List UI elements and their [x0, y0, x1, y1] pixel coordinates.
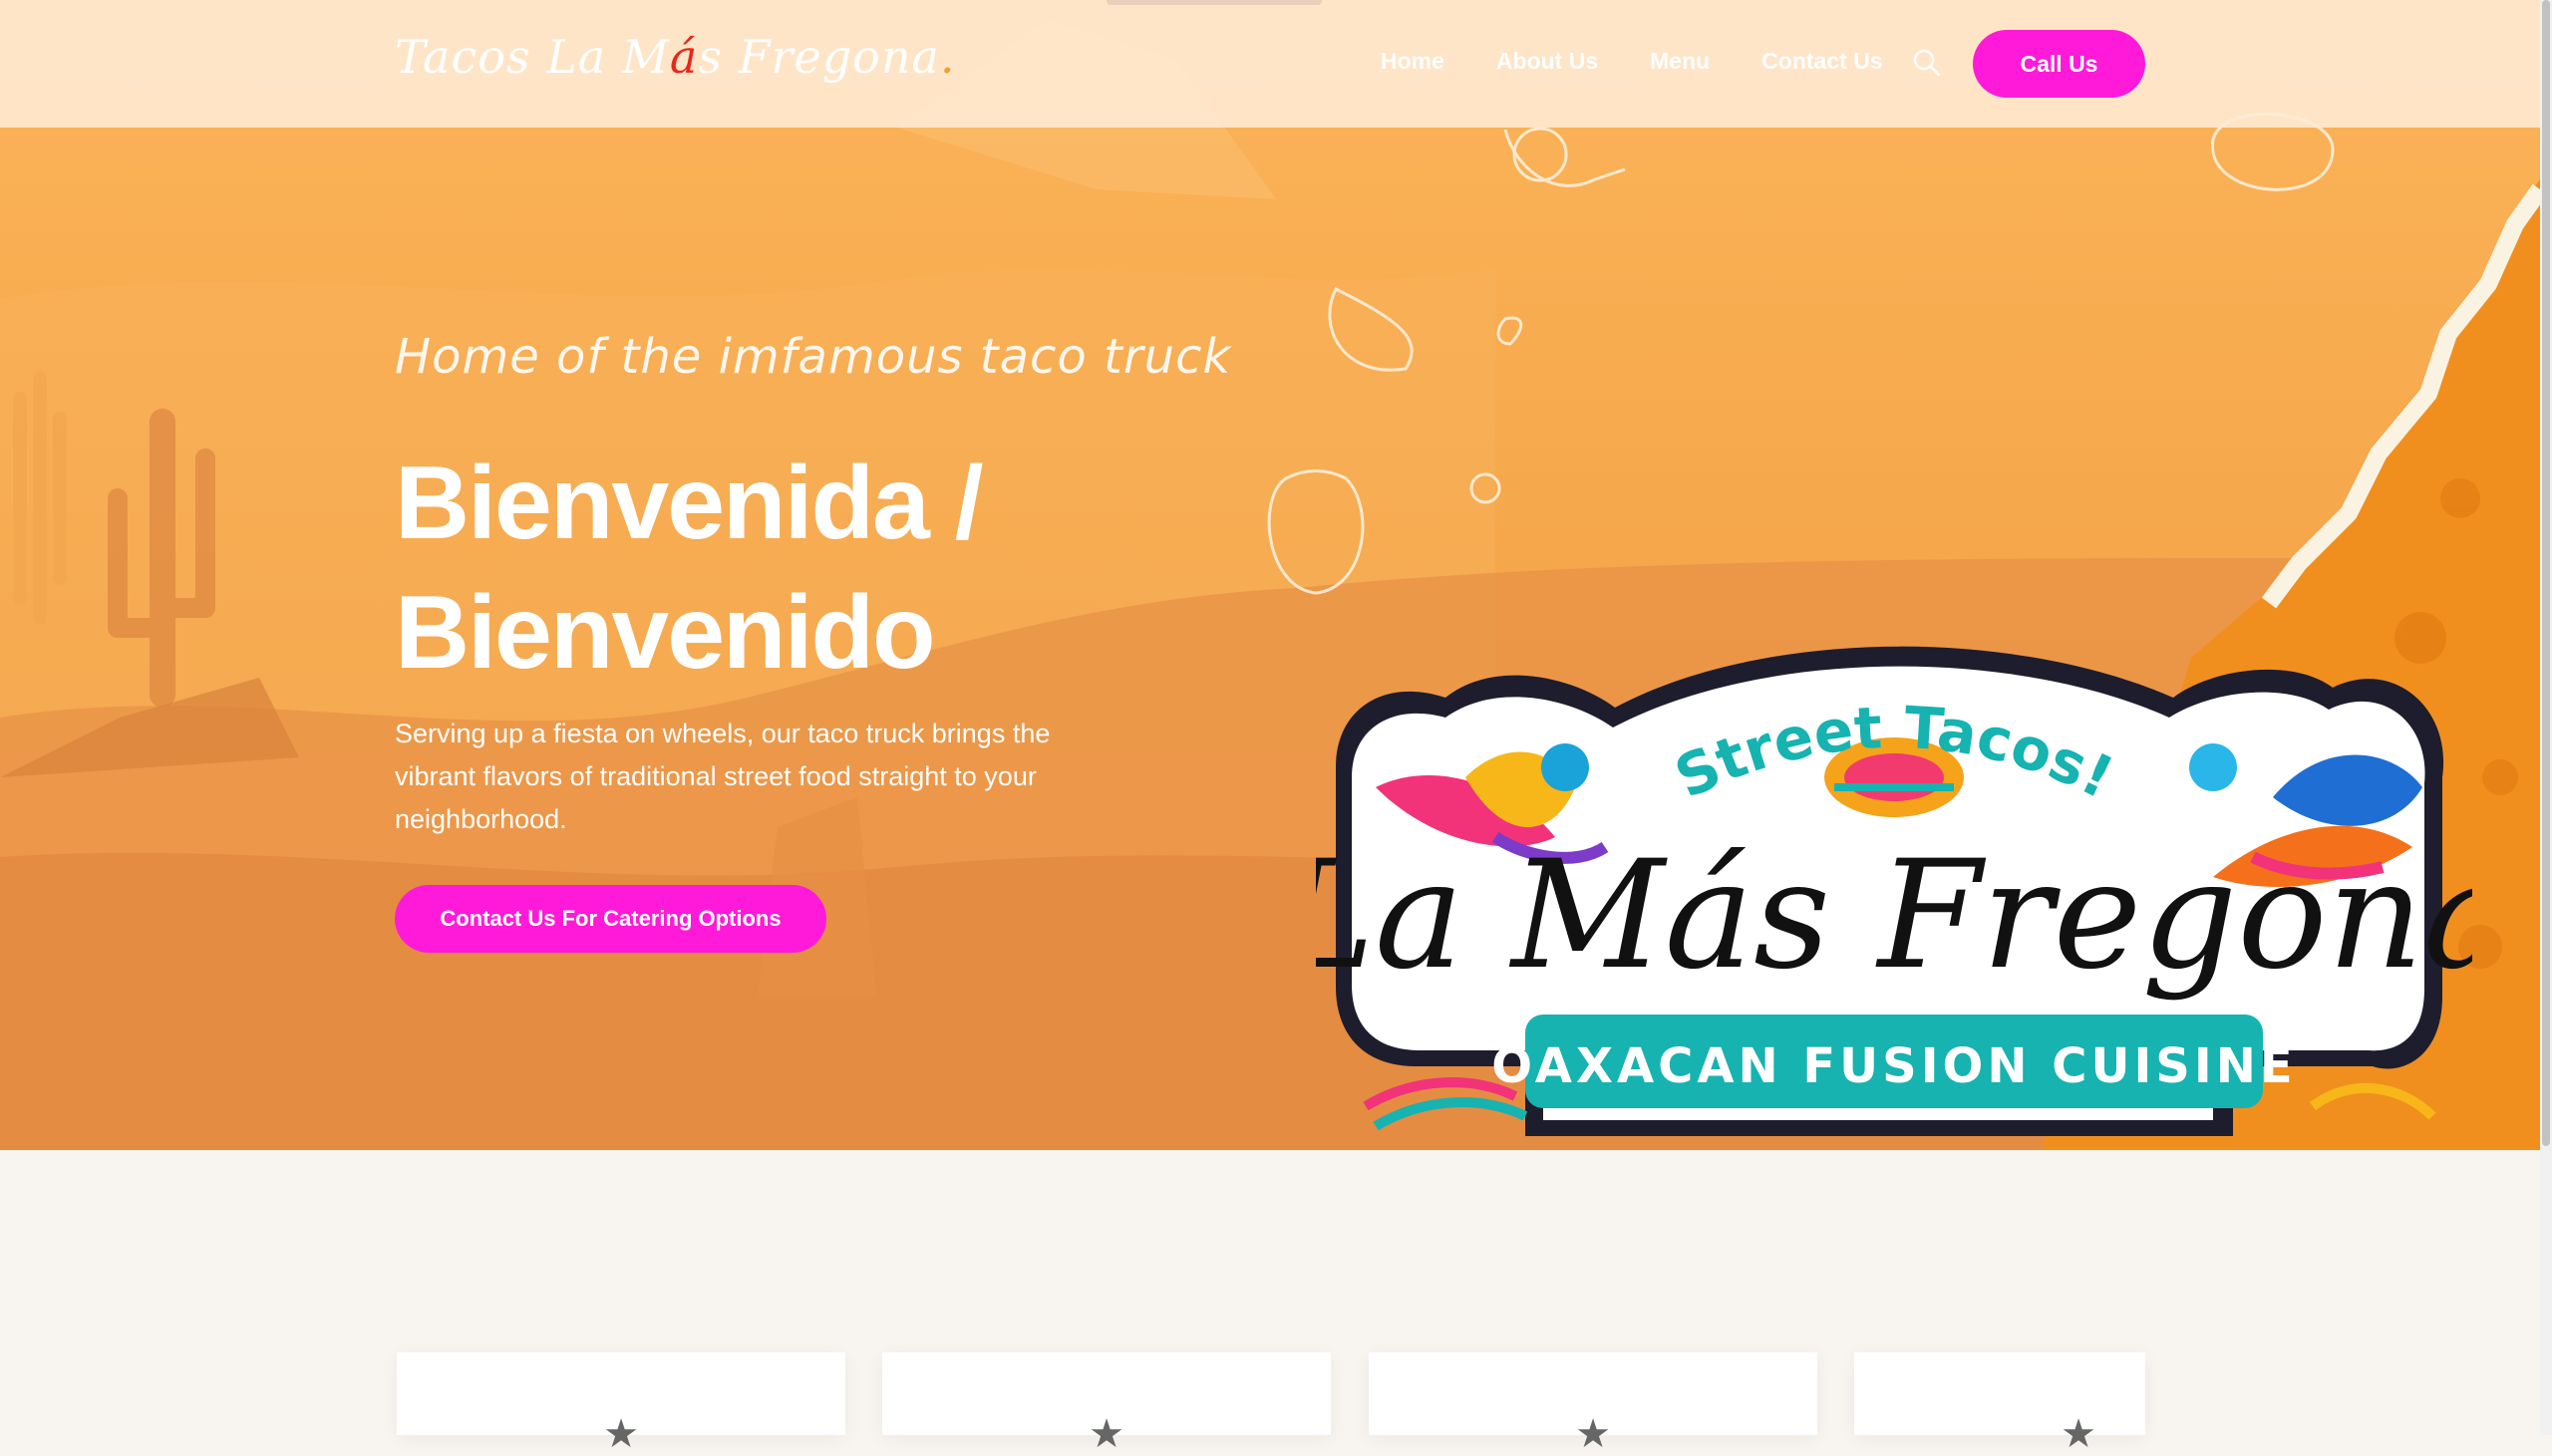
- feature-card: ★: [397, 1352, 845, 1454]
- catering-contact-button[interactable]: Contact Us For Catering Options: [395, 885, 826, 953]
- logo-text-part2: s Fregona: [698, 30, 940, 84]
- main-nav: Home About Us Menu Contact Us: [1381, 48, 1883, 75]
- hero-title-line1: Bienvenida /: [395, 445, 984, 561]
- nav-link-menu[interactable]: Menu: [1650, 48, 1710, 75]
- feature-card: ★: [882, 1352, 1331, 1454]
- badge-subtitle: OAXACAN FUSION CUISINE: [1491, 1038, 2296, 1094]
- hero-title: Bienvenida / Bienvenido: [395, 438, 1093, 698]
- badge-name: La Más Fregona: [1316, 829, 2472, 1003]
- logo-text-part1: Tacos La M: [395, 30, 670, 84]
- nav-link-contact-us[interactable]: Contact Us: [1761, 48, 1882, 75]
- nav-link-home[interactable]: Home: [1381, 48, 1444, 75]
- page-scrollbar[interactable]: [2540, 0, 2552, 1435]
- site-logo[interactable]: Tacos La Más Fregona.: [395, 30, 956, 84]
- hero-title-line2: Bienvenido: [395, 575, 936, 691]
- feature-card: ★: [1854, 1352, 2145, 1454]
- star-icon: ★: [603, 1412, 639, 1456]
- star-icon: ★: [2061, 1412, 2096, 1456]
- hero-tagline: Home of the imfamous taco truck: [395, 329, 1232, 385]
- brand-badge: Street Tacos! La Más Fregona OAXACAN FUS…: [1272, 638, 2513, 1161]
- star-icon: ★: [1575, 1412, 1611, 1456]
- star-icon: ★: [1089, 1412, 1124, 1456]
- nav-link-about-us[interactable]: About Us: [1496, 48, 1598, 75]
- search-icon[interactable]: [1912, 48, 1942, 78]
- site-header: Tacos La Más Fregona. Home About Us Menu…: [0, 0, 2540, 128]
- logo-text-accent: á: [669, 30, 699, 84]
- scrollbar-thumb[interactable]: [2542, 0, 2550, 1146]
- hero-description: Serving up a fiesta on wheels, our taco …: [395, 719, 1051, 834]
- logo-text-dot: .: [939, 30, 956, 84]
- call-us-button[interactable]: Call Us: [1973, 30, 2145, 98]
- feature-card: ★: [1369, 1352, 1817, 1454]
- top-tab-handle: [1107, 0, 1322, 5]
- brand-badge-graphic: Street Tacos! La Más Fregona OAXACAN FUS…: [1272, 646, 2513, 1136]
